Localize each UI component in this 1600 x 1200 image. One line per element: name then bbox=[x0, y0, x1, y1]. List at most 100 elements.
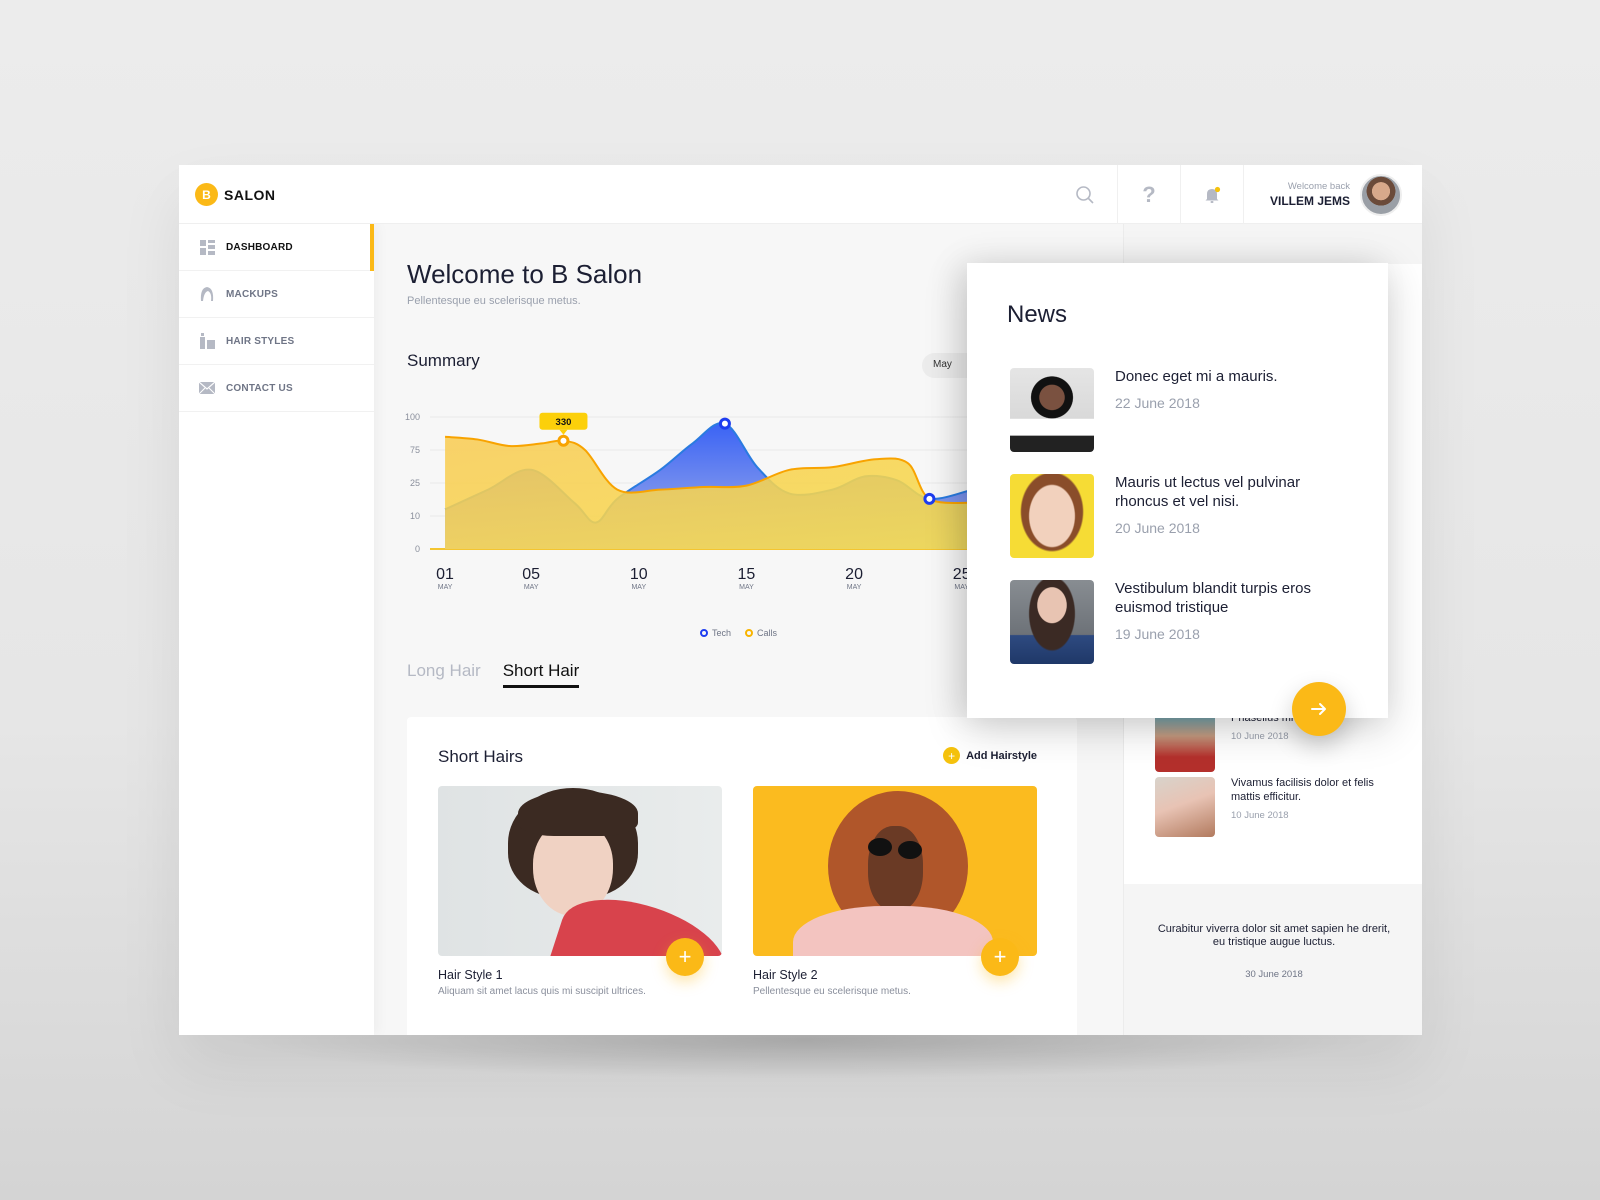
logo-text: SALON bbox=[224, 186, 276, 203]
summary-title: Summary bbox=[407, 351, 480, 370]
news-item[interactable]: Donec eget mi a mauris. 22 June 2018 bbox=[1010, 368, 1345, 452]
sidebar-item-dashboard[interactable]: DASHBOARD bbox=[179, 224, 374, 271]
news-next-button[interactable] bbox=[1292, 682, 1346, 736]
add-to-favorites-button[interactable]: + bbox=[981, 938, 1019, 976]
legend-label: Calls bbox=[757, 628, 778, 638]
add-hairstyle-label: Add Hairstyle bbox=[966, 749, 1037, 762]
hairstyle-card[interactable]: + Hair Style 2 Pellentesque eu scelerisq… bbox=[753, 786, 1037, 997]
x-tick-month: MAY bbox=[438, 584, 453, 591]
page-title: Welcome to B Salon bbox=[407, 259, 643, 289]
sidebar-item-contact-us[interactable]: CONTACT US bbox=[179, 365, 374, 412]
news-date: 22 June 2018 bbox=[1115, 394, 1200, 411]
legend-item-calls[interactable]: Calls bbox=[745, 628, 777, 638]
y-tick-label: 25 bbox=[410, 478, 420, 488]
sidebar-item-label: MACKUPS bbox=[226, 288, 278, 300]
search-button[interactable] bbox=[1054, 165, 1117, 224]
hairstyle-image[interactable]: + bbox=[438, 786, 722, 976]
welcome-back-label: Welcome back bbox=[1287, 181, 1350, 192]
x-tick-day: 20 bbox=[845, 566, 863, 583]
news-thumbnail bbox=[1155, 712, 1215, 772]
y-tick-label: 75 bbox=[410, 445, 420, 455]
help-button[interactable]: ? bbox=[1116, 165, 1180, 224]
bell-icon bbox=[1205, 186, 1221, 203]
sidebar-item-label: DASHBOARD bbox=[226, 241, 293, 253]
x-tick-month: MAY bbox=[847, 584, 862, 591]
page-subtitle: Pellentesque eu scelerisque metus. bbox=[407, 295, 581, 307]
news-headline: Mauris ut lectus vel pulvinar rhoncus et… bbox=[1115, 474, 1301, 510]
search-icon bbox=[1076, 185, 1095, 204]
hair-icon bbox=[199, 286, 215, 302]
news-date: 19 June 2018 bbox=[1115, 625, 1200, 642]
news-card: News Donec eget mi a mauris. 22 June 201… bbox=[967, 263, 1388, 718]
legend-label: Tech bbox=[712, 628, 732, 638]
x-tick-day: 01 bbox=[436, 566, 454, 583]
y-tick-label: 10 bbox=[410, 511, 420, 521]
hairstyle-desc: Pellentesque eu scelerisque metus. bbox=[753, 986, 911, 997]
short-hairs-card: Short Hairs + Add Hairstyle + Hair Style… bbox=[407, 717, 1077, 1035]
arrow-right-icon bbox=[1311, 703, 1326, 715]
x-tick-day: 15 bbox=[738, 566, 756, 583]
mail-icon bbox=[199, 380, 215, 396]
chart-svg: 100752510001MAY05MAY10MAY15MAY20MAY25MAY… bbox=[405, 412, 994, 591]
news-headline: Vestibulum blandit turpis eros euismod t… bbox=[1115, 580, 1311, 616]
avatar[interactable] bbox=[1360, 173, 1402, 216]
summary-chart: 100 75 25 10 0 01 MAY 05 MAY 10 MAY 15 MAY 20 MAY 25 MAY… bbox=[394, 399, 994, 649]
topbar-actions: ? Welcome back VILLEM JEMS bbox=[1054, 165, 1422, 224]
x-tick-day: 05 bbox=[522, 566, 540, 583]
tab-short-hair[interactable]: Short Hair bbox=[502, 661, 580, 688]
topbar: B SALON ? Welcome back VILLEM JEMS bbox=[179, 165, 1422, 224]
logo-badge: B bbox=[195, 183, 218, 206]
sidebar: DASHBOARD MACKUPS HAIR STYLES CONTACT US bbox=[179, 224, 374, 1035]
news-thumbnail bbox=[1155, 777, 1215, 837]
x-tick-month: MAY bbox=[739, 584, 754, 591]
right-news-item[interactable]: Phasellus mi sagittis. 10 June 2018 bbox=[1155, 712, 1401, 772]
plus-icon: + bbox=[943, 747, 961, 764]
legend-marker-tech bbox=[700, 629, 708, 637]
news-thumbnail bbox=[1010, 474, 1094, 558]
news-headline: Vivamus facilisis dolor et felis mattis … bbox=[1231, 777, 1374, 803]
quote-text: Curabitur viverra dolor sit amet sapien … bbox=[1157, 923, 1391, 949]
add-to-favorites-button[interactable]: + bbox=[666, 938, 704, 976]
user-name: VILLEM JEMS bbox=[1269, 194, 1350, 208]
tooltip-pointer bbox=[559, 429, 568, 435]
tab-long-hair[interactable]: Long Hair bbox=[407, 661, 481, 688]
legend-marker-calls bbox=[745, 629, 754, 637]
add-hairstyle-button[interactable]: + Add Hairstyle bbox=[943, 747, 1037, 764]
data-point-tech bbox=[718, 417, 731, 430]
products-icon bbox=[199, 333, 215, 349]
news-title: News bbox=[1007, 301, 1068, 328]
y-tick-label: 100 bbox=[405, 412, 420, 422]
x-tick-month: MAY bbox=[524, 584, 539, 591]
user-info: Welcome back VILLEM JEMS bbox=[1270, 181, 1350, 208]
logo[interactable]: B SALON bbox=[195, 183, 276, 206]
news-date: 10 June 2018 bbox=[1231, 809, 1289, 821]
news-item[interactable]: Vestibulum blandit turpis eros euismod t… bbox=[1010, 580, 1345, 664]
hairstyle-card[interactable]: + Hair Style 1 Aliquam sit amet lacus qu… bbox=[438, 786, 722, 997]
legend-item-tech[interactable]: Tech bbox=[700, 628, 731, 638]
right-news-item[interactable]: Vivamus facilisis dolor et felis mattis … bbox=[1155, 777, 1401, 837]
y-tick-label: 0 bbox=[415, 544, 420, 554]
data-point-calls bbox=[557, 434, 570, 447]
styles-card-title: Short Hairs bbox=[438, 747, 524, 766]
hair-tabs: Long Hair Short Hair bbox=[407, 661, 580, 688]
sidebar-item-label: HAIR STYLES bbox=[226, 335, 295, 347]
right-panel-header bbox=[1124, 224, 1422, 264]
x-tick-month: MAY bbox=[631, 584, 646, 591]
x-tick-day: 10 bbox=[630, 566, 648, 583]
sidebar-item-hair-styles[interactable]: HAIR STYLES bbox=[179, 318, 374, 365]
help-icon: ? bbox=[1142, 181, 1156, 207]
hairstyle-desc: Aliquam sit amet lacus quis mi suscipit … bbox=[438, 986, 646, 997]
user-menu[interactable]: Welcome back VILLEM JEMS bbox=[1242, 165, 1422, 224]
dashboard-icon bbox=[199, 239, 215, 255]
data-point-tech bbox=[923, 492, 936, 505]
sidebar-item-label: CONTACT US bbox=[226, 382, 293, 394]
news-item[interactable]: Mauris ut lectus vel pulvinar rhoncus et… bbox=[1010, 474, 1345, 558]
news-thumbnail bbox=[1010, 368, 1094, 452]
notifications-button[interactable] bbox=[1179, 165, 1243, 224]
chart-legend: Tech Calls bbox=[700, 628, 777, 638]
news-thumbnail bbox=[1010, 580, 1094, 664]
hairstyle-image[interactable]: + bbox=[753, 786, 1037, 976]
quote-date: 30 June 2018 bbox=[1245, 969, 1303, 980]
sidebar-item-mackups[interactable]: MACKUPS bbox=[179, 271, 374, 318]
news-date: 20 June 2018 bbox=[1115, 519, 1200, 536]
